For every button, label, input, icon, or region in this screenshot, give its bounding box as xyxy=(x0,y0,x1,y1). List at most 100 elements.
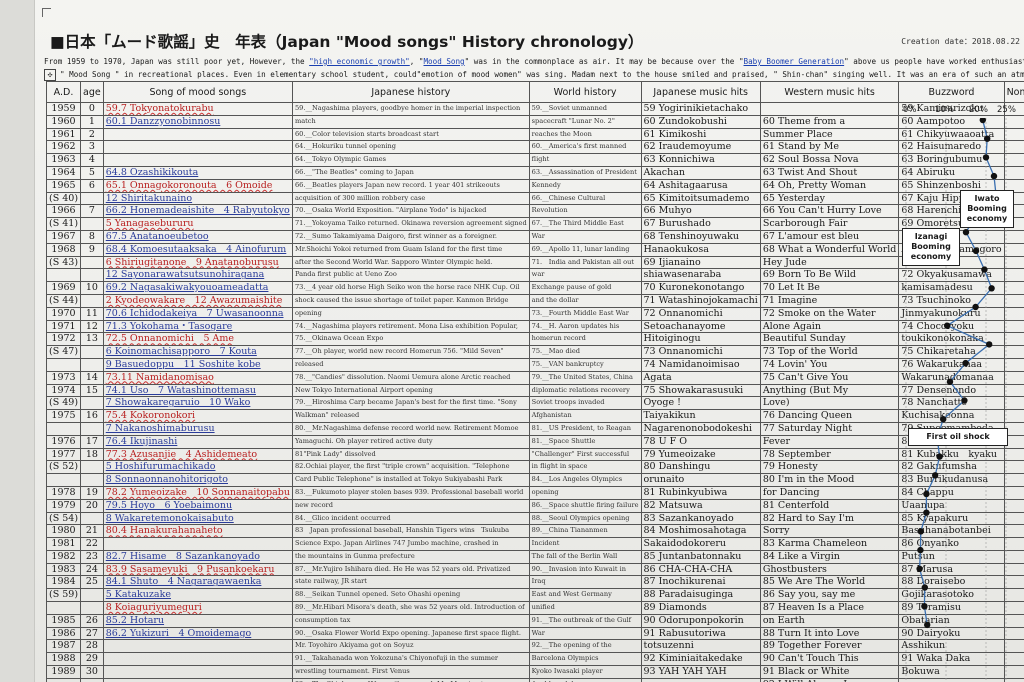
chronology-table: A.D. age Song of mood songs Japanese histor… xyxy=(45,81,1024,682)
western-music-cell: 64 Oh, Pretty Woman xyxy=(759,178,900,193)
growth-point-1980 xyxy=(936,453,943,460)
japanese-history-cell: 83.__Fukumoto player stolen bases 939. P… xyxy=(291,485,530,500)
japanese-music-cell: totsuzenni xyxy=(640,639,761,654)
table-row: 7 Nakanoshimaburusu 80.__Mr.Nagashima def… xyxy=(45,421,1024,436)
japanese-history-cell: wrestling tournament. First Venus xyxy=(291,665,530,679)
mood-song-cell: 73.11 Namidanomisao xyxy=(102,370,293,385)
table-move-handle-icon[interactable]: ✣ xyxy=(44,69,56,81)
mood-song-cell xyxy=(102,537,293,551)
table-row: 1963 4 64.__Tokyo Olympic Games flight 63 Ko… xyxy=(45,153,1024,167)
world-history-cell: flight xyxy=(528,153,642,167)
callout-iwato-text: Iwato Booming economy xyxy=(966,194,1008,223)
table-row: (S 44) 2 Kyodeowakare 12 Awazumaishite sho… xyxy=(45,293,1024,308)
world-history-cell: Afghanistan xyxy=(528,409,642,423)
japanese-music-cell: 75 Showakarasusuki xyxy=(640,383,761,398)
mood-song-cell: 79.5 Hoyo 6 Yoebaimonu xyxy=(102,498,293,513)
link-baby-boomer[interactable]: Baby Boomer Generation xyxy=(744,57,845,66)
table-row: 1967 8 67.5 Anatanoeubetoo 72.__Sumo Takami… xyxy=(45,229,1024,244)
col-western-music-header: Western music hits xyxy=(759,81,900,103)
year-cell xyxy=(45,421,82,436)
world-history-cell: 67.__The Third Middle East xyxy=(528,217,642,231)
table-row: 1962 3 64.__Hokuriku tunnel opening 60.__Am… xyxy=(45,140,1024,155)
age-cell: 22 xyxy=(80,537,104,551)
mood-song-cell: 66.2 Honemadeaishite 4 Rabyutokyo xyxy=(102,204,293,219)
japanese-music-cell: shiawasenaraba xyxy=(640,268,761,283)
age-cell xyxy=(80,345,104,359)
table-row: (S 43) 6 Shiriugitanone 9 Anatanoburusu af… xyxy=(45,255,1024,270)
year-cell: 1969 xyxy=(45,281,82,295)
callout-izanagi-text: Izanagi Booming economy xyxy=(910,232,952,261)
scale-tick-20: 20% xyxy=(969,105,988,115)
year-cell: 1982 xyxy=(45,549,82,564)
mood-song-cell xyxy=(102,677,293,682)
year-cell: 1965 xyxy=(45,178,82,193)
japanese-history-cell: Card Public Telephone" is installed at T… xyxy=(291,473,530,487)
year-cell: (S 59) xyxy=(45,588,82,603)
age-cell xyxy=(80,191,104,206)
japanese-history-cell: acquisition of 300 million robbery case xyxy=(291,191,530,206)
japanese-history-cell: 88.__Seikan Tunnel opened. Seto Ohashi o… xyxy=(291,588,530,603)
japanese-history-cell: 66.__Beatles players Japan new record. 1… xyxy=(291,178,530,193)
world-history-cell: 81.__US President, to Reagan xyxy=(528,421,642,436)
table-row: 8 Koiaguriyumeguri 89.__Mr.Hibari Misora'… xyxy=(45,601,1024,615)
japanese-music-cell: Nagarenonobodokeshi xyxy=(640,421,761,436)
link-high-economic-growth[interactable]: "high economic growth" xyxy=(309,57,410,66)
year-cell: (S 47) xyxy=(45,345,82,359)
japanese-history-cell: the mountains in Gunma prefecture xyxy=(291,549,530,564)
japanese-music-cell: 61 Kimikoshi xyxy=(640,127,761,142)
world-history-cell: 60.__America's first manned xyxy=(528,140,642,155)
japanese-history-cell: opening xyxy=(291,306,530,321)
western-music-cell xyxy=(759,102,900,116)
western-music-cell: 89 Together Forever xyxy=(759,639,900,654)
year-cell: 1972 xyxy=(45,332,82,347)
japanese-music-cell: 85 Juntanbatonnaku xyxy=(640,549,761,564)
age-cell: 0 xyxy=(80,102,104,116)
japanese-history-cell: match xyxy=(291,114,530,129)
world-history-cell: homerun record xyxy=(528,332,642,347)
age-cell xyxy=(80,396,104,411)
western-music-cell: 76 Dancing Queen xyxy=(759,409,900,423)
age-cell: 10 xyxy=(80,281,104,295)
table-row: 1988 29 91.__Takahanada won Yokozuna's Chi… xyxy=(45,652,1024,667)
western-music-cell: 90 Can't Touch This xyxy=(759,652,900,667)
world-history-cell: 73.__Fourth Middle East War xyxy=(528,306,642,321)
world-history-cell: 79.__The United States, China xyxy=(528,370,642,385)
table-row: (S 59) 5 Katakuzake 88.__Seikan Tunnel ope… xyxy=(45,588,1024,603)
growth-point-1974 xyxy=(986,341,993,348)
age-cell xyxy=(80,588,104,603)
link-mood-song[interactable]: Mood Song xyxy=(423,57,464,66)
age-cell xyxy=(80,473,104,487)
growth-point-1975 xyxy=(962,359,969,367)
table-row: (S 47) 6 Koinomachisapporo 7 Kouta 77.__Oh… xyxy=(45,345,1024,359)
mood-song-cell: 69.2 Nagasakiwakyouoameadatta xyxy=(102,281,293,295)
year-cell: 1968 xyxy=(45,242,82,257)
year-cell: 1974 xyxy=(45,383,82,398)
growth-point-1963 xyxy=(984,135,991,142)
table-row: (S 49) 7 Showakaregaruio 10 Wako 79.__Hiro… xyxy=(45,396,1024,411)
growth-point-1976 xyxy=(946,378,954,385)
japanese-history-cell: 77.__Oh player, world new record Homerun… xyxy=(291,345,530,359)
age-cell xyxy=(80,677,104,682)
world-history-cell: diplomatic relations recovery xyxy=(528,383,642,398)
world-history-cell: Kennedy xyxy=(528,178,642,193)
age-cell xyxy=(80,601,104,615)
table-row: 8 Sonnaonnanohitorigoto Card Public Telep… xyxy=(45,473,1024,487)
mood-song-cell: 8 Wakaretemonokaisabuto xyxy=(102,511,293,526)
col-buzzword-header: Buzzword xyxy=(898,81,1005,103)
year-cell: 1966 xyxy=(45,204,82,219)
world-history-cell: The fall of the Berlin Wall xyxy=(528,549,642,564)
growth-point-1973 xyxy=(944,322,951,329)
mood-song-cell: 74.1 Uso 7 Watashinottemasu xyxy=(102,383,293,398)
growth-point-1972 xyxy=(972,303,979,311)
mood-song-cell: 70.6 Ichidodakeiya 7 Uwasanoonna xyxy=(102,306,293,321)
western-music-cell: 87 Heaven Is a Place xyxy=(759,601,900,615)
japanese-music-cell: 72 Onnanomichi xyxy=(640,306,761,321)
intro-text-3: " was in the commonplace as air. It may … xyxy=(464,57,744,66)
table-row: 1987 28 Mr. Toyohiro Akiyama got on Soyuz 9… xyxy=(45,639,1024,654)
growth-point-1965 xyxy=(990,172,998,180)
western-music-cell: 63 Twist And Shout xyxy=(759,165,900,180)
western-music-cell: Scarborough Fair xyxy=(759,217,900,231)
age-cell xyxy=(80,293,104,308)
page-title: ■日本「ムード歌謡」史 年表（Japan "Mood songs" Histor… xyxy=(50,33,644,51)
japanese-history-cell: consumption tax xyxy=(291,613,530,628)
